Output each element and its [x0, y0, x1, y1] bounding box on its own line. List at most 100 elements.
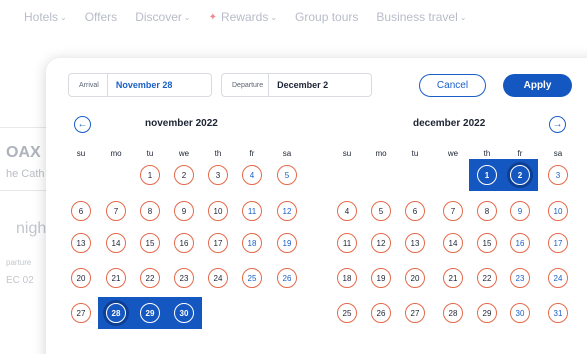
calendar-day[interactable]: 16	[174, 233, 194, 253]
calendar-day[interactable]: 15	[140, 233, 160, 253]
departure-label: Departure	[232, 81, 264, 89]
chevron-down-icon: ⌄	[183, 12, 191, 22]
background-hotel-subtitle: he Cath	[6, 168, 45, 180]
calendar-day[interactable]: 17	[208, 233, 228, 253]
weekday-label-su: su	[76, 149, 86, 158]
calendar-day[interactable]: 26	[371, 303, 391, 323]
nav-item-group-tours[interactable]: Group tours	[295, 10, 358, 24]
calendar-day[interactable]: 28	[106, 303, 126, 323]
weekday-label-th: th	[483, 149, 491, 158]
calendar-day[interactable]: 25	[242, 268, 262, 288]
prev-month-icon[interactable]: ←	[74, 116, 91, 133]
calendar-day[interactable]: 31	[548, 303, 568, 323]
calendar-day[interactable]: 23	[174, 268, 194, 288]
background-nights-text: nigh	[16, 220, 47, 237]
calendar-day[interactable]: 21	[106, 268, 126, 288]
calendar-day[interactable]: 14	[106, 233, 126, 253]
background-hotel-title: OAX	[6, 144, 41, 161]
calendar-day[interactable]: 11	[242, 201, 262, 221]
calendar-day[interactable]: 14	[443, 233, 463, 253]
weekday-label-tu: tu	[146, 149, 154, 158]
background-departure-value: EC 02	[6, 275, 34, 286]
calendar-day[interactable]: 29	[477, 303, 497, 323]
calendar-day[interactable]: 30	[174, 303, 194, 323]
calendar-day[interactable]: 6	[71, 201, 91, 221]
calendar-day[interactable]: 9	[510, 201, 530, 221]
calendar-day[interactable]: 20	[71, 268, 91, 288]
calendar-day[interactable]: 18	[242, 233, 262, 253]
calendar-day[interactable]: 22	[140, 268, 160, 288]
calendar-day[interactable]: 23	[510, 268, 530, 288]
cancel-button[interactable]: Cancel	[419, 74, 486, 97]
calendar-day[interactable]: 12	[277, 201, 297, 221]
calendar-day[interactable]: 27	[71, 303, 91, 323]
nav-item-rewards[interactable]: ✦ Rewards ⌄	[209, 10, 277, 24]
departure-field[interactable]: Departure December 2	[221, 73, 372, 97]
calendar-day[interactable]: 18	[337, 268, 357, 288]
calendar-day[interactable]: 28	[443, 303, 463, 323]
calendar-day[interactable]: 15	[477, 233, 497, 253]
weekday-label-tu: tu	[411, 149, 419, 158]
calendar-day[interactable]: 24	[548, 268, 568, 288]
calendar-day[interactable]: 27	[405, 303, 425, 323]
chevron-down-icon: ⌄	[270, 12, 278, 22]
arrival-field[interactable]: Arrival November 28	[68, 73, 212, 97]
calendar-day[interactable]: 21	[443, 268, 463, 288]
arrival-value: November 28	[115, 80, 173, 90]
weekday-label-mo: mo	[375, 149, 387, 158]
background-departure-label: parture	[6, 258, 32, 267]
calendar-day[interactable]: 4	[337, 201, 357, 221]
weekday-label-we: we	[178, 149, 190, 158]
nav-item-label: Rewards	[220, 10, 269, 24]
nav-item-label: Hotels	[24, 10, 59, 24]
nav-item-business-travel[interactable]: Business travel ⌄	[376, 10, 466, 24]
calendar-day[interactable]: 11	[337, 233, 357, 253]
calendar-day[interactable]: 29	[140, 303, 160, 323]
calendar-day[interactable]: 1	[140, 165, 160, 185]
calendar-day[interactable]: 7	[443, 201, 463, 221]
calendar-day[interactable]: 10	[208, 201, 228, 221]
calendar-day[interactable]: 26	[277, 268, 297, 288]
calendar-day[interactable]: 8	[140, 201, 160, 221]
weekday-label-sa: sa	[553, 149, 563, 158]
calendar-day[interactable]: 24	[208, 268, 228, 288]
calendar-day[interactable]: 19	[277, 233, 297, 253]
calendar-day[interactable]: 13	[405, 233, 425, 253]
calendar-day[interactable]: 2	[510, 165, 530, 185]
calendar-day[interactable]: 1	[477, 165, 497, 185]
weekday-label-fr: fr	[249, 149, 255, 158]
calendar-day[interactable]: 17	[548, 233, 568, 253]
calendar-day[interactable]: 13	[71, 233, 91, 253]
nav-item-offers[interactable]: Offers	[85, 10, 117, 24]
calendar-day[interactable]: 9	[174, 201, 194, 221]
weekday-label-mo: mo	[110, 149, 122, 158]
nav-item-discover[interactable]: Discover ⌄	[135, 10, 190, 24]
background-divider	[0, 190, 46, 191]
calendar-day[interactable]: 10	[548, 201, 568, 221]
calendar-day[interactable]: 30	[510, 303, 530, 323]
calendar-day[interactable]: 16	[510, 233, 530, 253]
calendar-day[interactable]: 8	[477, 201, 497, 221]
next-month-icon[interactable]: →	[549, 116, 566, 133]
calendar-day[interactable]: 6	[405, 201, 425, 221]
weekday-label-fr: fr	[517, 149, 523, 158]
weekday-label-sa: sa	[282, 149, 292, 158]
nav-item-label: Discover	[135, 10, 182, 24]
calendar-day[interactable]: 3	[548, 165, 568, 185]
calendar-day[interactable]: 4	[242, 165, 262, 185]
calendar-day[interactable]: 5	[371, 201, 391, 221]
calendar-day[interactable]: 22	[477, 268, 497, 288]
calendar-day[interactable]: 3	[208, 165, 228, 185]
calendar-day[interactable]: 19	[371, 268, 391, 288]
calendar-day[interactable]: 5	[277, 165, 297, 185]
calendar-day[interactable]: 20	[405, 268, 425, 288]
nav-item-label: Business travel	[376, 10, 458, 24]
calendar-day[interactable]: 2	[174, 165, 194, 185]
nav-item-hotels[interactable]: Hotels ⌄	[24, 10, 67, 24]
month-title-november: november 2022	[145, 118, 218, 129]
calendar-day[interactable]: 12	[371, 233, 391, 253]
apply-button[interactable]: Apply	[503, 74, 572, 97]
calendar-day[interactable]: 7	[106, 201, 126, 221]
chevron-down-icon: ⌄	[459, 12, 467, 22]
calendar-day[interactable]: 25	[337, 303, 357, 323]
